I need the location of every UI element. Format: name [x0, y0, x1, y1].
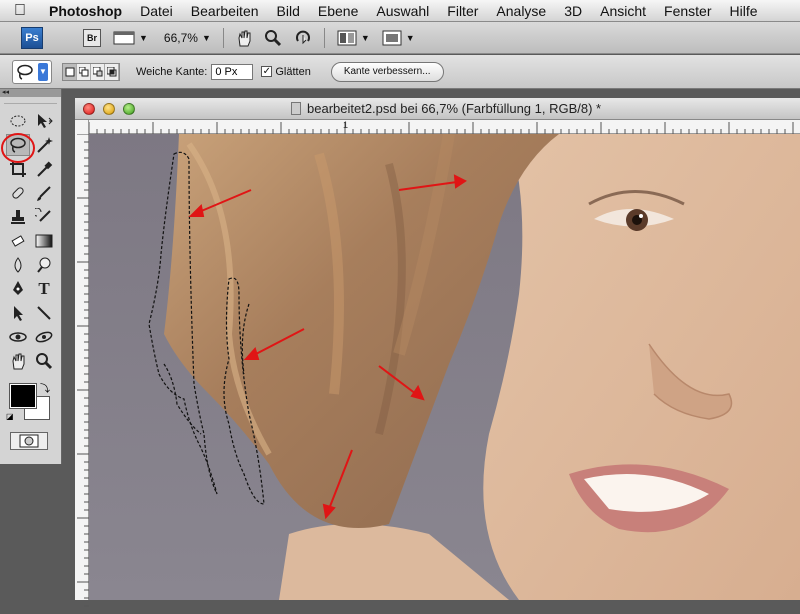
color-swatches: ◪ ⤵ [6, 380, 55, 428]
minimize-window-button[interactable] [103, 102, 115, 115]
hand-tool-icon[interactable] [6, 350, 30, 372]
menu-analyse[interactable]: Analyse [487, 3, 555, 19]
type-tool-icon[interactable]: T [32, 278, 56, 300]
antialias-checkbox[interactable]: ✓ [261, 66, 273, 77]
menu-fenster[interactable]: Fenster [655, 3, 720, 19]
refine-edge-button[interactable]: Kante verbessern... [330, 61, 444, 82]
marquee-tool-icon[interactable] [6, 110, 30, 132]
default-colors-icon[interactable]: ◪ [6, 412, 14, 421]
clone-stamp-tool-icon[interactable] [6, 206, 30, 228]
screen-layout-icon[interactable]: ▼ [382, 30, 415, 46]
ps-logo[interactable]: Ps [21, 26, 43, 49]
zoom-window-button[interactable] [123, 102, 135, 115]
subtract-selection-icon[interactable] [91, 63, 105, 80]
document-window: bearbeitet2.psd bei 66,7% (Farbfüllung 1… [75, 98, 800, 607]
line-tool-icon[interactable] [32, 302, 56, 324]
path-selection-tool-icon[interactable] [6, 302, 30, 324]
ruler-label: 1 [343, 120, 349, 130]
move-tool-icon[interactable] [32, 110, 56, 132]
history-brush-tool-icon[interactable] [32, 206, 56, 228]
menu-bar:  Photoshop Datei Bearbeiten Bild Ebene … [0, 0, 800, 22]
quick-mask-button[interactable] [10, 432, 48, 450]
document-title: bearbeitet2.psd bei 66,7% (Farbfüllung 1… [307, 101, 602, 116]
hand-tool-icon[interactable] [236, 29, 252, 47]
brush-tool-icon[interactable] [32, 182, 56, 204]
menu-filter[interactable]: Filter [438, 3, 487, 19]
antialias-label: Glätten [275, 65, 311, 78]
zoom-tool-icon[interactable] [32, 350, 56, 372]
vertical-ruler[interactable] [75, 120, 89, 607]
bridge-button[interactable]: Br [83, 28, 101, 47]
menu-bild[interactable]: Bild [268, 3, 309, 19]
crop-tool-icon[interactable] [6, 158, 30, 180]
3d-orbit-tool-icon[interactable] [32, 326, 56, 348]
magic-wand-tool-icon[interactable] [32, 134, 56, 156]
zoom-tool-icon[interactable] [264, 29, 282, 47]
menu-auswahl[interactable]: Auswahl [367, 3, 438, 19]
new-selection-icon[interactable] [63, 63, 77, 80]
intersect-selection-icon[interactable] [105, 63, 119, 80]
feather-label: Weiche Kante: [136, 65, 208, 78]
menu-app[interactable]: Photoshop [40, 3, 131, 19]
add-selection-icon[interactable] [77, 63, 91, 80]
tool-preset-picker[interactable]: ▼ [12, 59, 52, 84]
lasso-icon [17, 64, 33, 80]
3d-rotate-tool-icon[interactable] [6, 326, 30, 348]
gradient-tool-icon[interactable] [32, 230, 56, 252]
selection-mode-group [62, 62, 120, 81]
healing-brush-tool-icon[interactable] [6, 182, 30, 204]
image-canvas[interactable] [89, 134, 800, 600]
tools-panel: ◂◂ T ◪ ⤵ [0, 89, 62, 464]
foreground-color-swatch[interactable] [9, 383, 37, 409]
tools-collapse-toggle[interactable]: ◂◂ [0, 89, 61, 97]
options-bar: ▼ Weiche Kante: ✓ Glätten Kante verbesse… [0, 55, 800, 89]
zoom-level-dropdown[interactable]: 66,7% ▼ [164, 31, 211, 45]
apple-menu-icon[interactable]:  [0, 2, 40, 20]
menu-ansicht[interactable]: Ansicht [591, 3, 655, 19]
lasso-tool-icon[interactable] [6, 134, 30, 156]
panel-grip[interactable] [4, 99, 57, 104]
toolbar-divider [323, 27, 325, 48]
menu-datei[interactable]: Datei [131, 3, 182, 19]
rotate-view-icon[interactable] [294, 29, 312, 47]
eraser-tool-icon[interactable] [6, 230, 30, 252]
arrange-documents-icon[interactable]: ▼ [337, 30, 370, 46]
document-titlebar[interactable]: bearbeitet2.psd bei 66,7% (Farbfüllung 1… [75, 98, 800, 120]
application-bar: Ps Br ▼ 66,7% ▼ ▼ ▼ [0, 22, 800, 54]
horizontal-ruler[interactable]: 1 [89, 120, 800, 134]
dodge-tool-icon[interactable] [32, 254, 56, 276]
chevron-down-icon: ▼ [38, 62, 48, 81]
portrait-image [89, 134, 800, 600]
blur-tool-icon[interactable] [6, 254, 30, 276]
feather-input[interactable] [211, 63, 254, 80]
menu-hilfe[interactable]: Hilfe [721, 3, 767, 19]
swap-colors-icon[interactable]: ⤵ [40, 380, 50, 395]
menu-bearbeiten[interactable]: Bearbeiten [182, 3, 268, 19]
menu-3d[interactable]: 3D [555, 3, 591, 19]
toolbar-divider [222, 27, 224, 48]
zoom-level: 66,7% [163, 30, 198, 45]
screen-mode-icon[interactable]: ▼ [113, 30, 148, 46]
document-file-icon [291, 102, 301, 115]
menu-ebene[interactable]: Ebene [309, 3, 367, 19]
close-window-button[interactable] [83, 102, 95, 115]
pen-tool-icon[interactable] [6, 278, 30, 300]
eyedropper-tool-icon[interactable] [32, 158, 56, 180]
quick-mask-icon [19, 434, 39, 448]
